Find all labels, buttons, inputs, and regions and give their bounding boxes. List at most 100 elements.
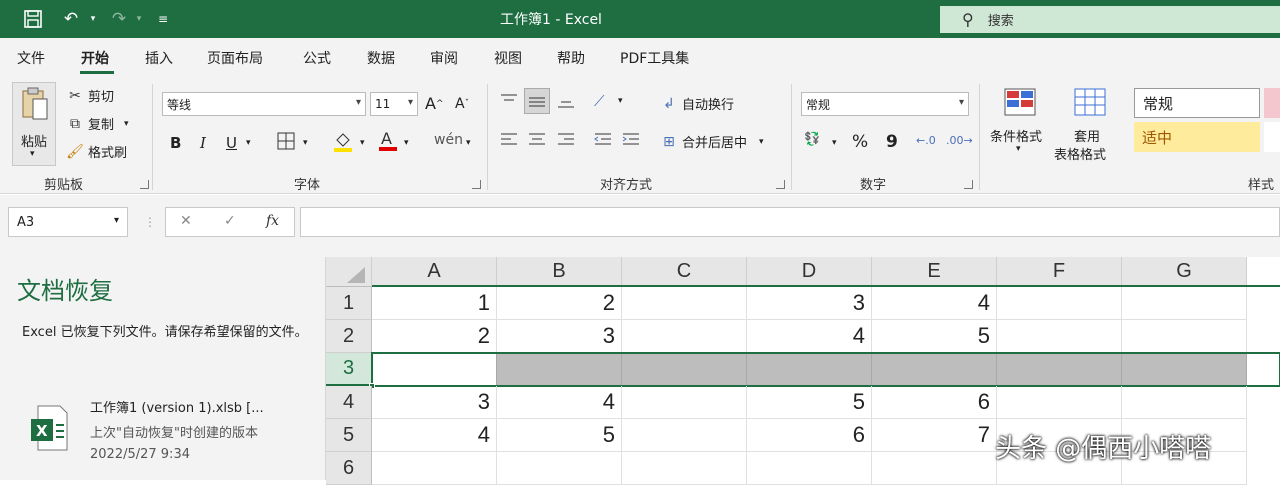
- name-box[interactable]: A3 ▾: [8, 207, 128, 237]
- enter-icon[interactable]: ✓: [224, 213, 236, 229]
- grow-font-icon[interactable]: A ^: [425, 94, 444, 113]
- tab-page-layout[interactable]: 页面布局: [207, 48, 263, 68]
- shrink-font-icon[interactable]: Aˇ: [455, 96, 469, 112]
- table-cell[interactable]: 3: [747, 287, 872, 320]
- customize-toolbar-icon[interactable]: ≡: [152, 8, 174, 30]
- tab-data[interactable]: 数据: [367, 48, 395, 68]
- orientation-icon[interactable]: ⟋: [594, 92, 605, 110]
- cancel-icon[interactable]: ✕: [180, 213, 192, 229]
- column-header[interactable]: D: [747, 257, 872, 287]
- row-header[interactable]: 4: [326, 386, 372, 419]
- merge-center-button[interactable]: ⊞ 合并后居中 ▾: [660, 132, 763, 152]
- align-center-icon[interactable]: [528, 132, 546, 148]
- phonetic-dropdown-icon[interactable]: ▾: [466, 138, 471, 148]
- table-cell[interactable]: [622, 386, 747, 419]
- column-header[interactable]: B: [497, 257, 622, 287]
- italic-button[interactable]: I: [200, 134, 206, 152]
- tab-help[interactable]: 帮助: [557, 48, 585, 68]
- column-header[interactable]: A: [372, 257, 497, 287]
- table-cell[interactable]: [747, 353, 872, 386]
- align-right-icon[interactable]: [557, 132, 575, 148]
- fill-color-icon[interactable]: [333, 130, 353, 152]
- table-cell[interactable]: [497, 452, 622, 485]
- underline-button[interactable]: U: [226, 134, 237, 152]
- number-format-select[interactable]: 常规 ▾: [801, 92, 969, 116]
- row-header[interactable]: 5: [326, 419, 372, 452]
- orientation-dropdown-icon[interactable]: ▾: [618, 96, 623, 106]
- borders-icon[interactable]: [277, 132, 295, 150]
- table-cell[interactable]: [622, 353, 747, 386]
- tab-home[interactable]: 开始: [81, 48, 109, 68]
- column-header[interactable]: C: [622, 257, 747, 287]
- tab-pdf-tools[interactable]: PDF工具集: [620, 48, 689, 68]
- style-normal[interactable]: 常规: [1134, 88, 1260, 118]
- excel-file-icon[interactable]: X: [30, 405, 68, 451]
- insert-function-icon[interactable]: fx: [266, 213, 279, 229]
- table-cell[interactable]: 3: [372, 386, 497, 419]
- style-neutral[interactable]: 适中: [1134, 122, 1260, 152]
- clipboard-launcher-icon[interactable]: [140, 180, 149, 189]
- drag-handle-icon[interactable]: ⋮: [144, 215, 156, 229]
- table-cell[interactable]: 1: [372, 287, 497, 320]
- row-header[interactable]: 6: [326, 452, 372, 485]
- paste-button[interactable]: 粘贴 ▾: [12, 82, 56, 166]
- tab-formulas[interactable]: 公式: [303, 48, 331, 68]
- table-cell[interactable]: 6: [872, 386, 997, 419]
- table-cell[interactable]: [622, 287, 747, 320]
- table-cell[interactable]: [622, 320, 747, 353]
- bold-button[interactable]: B: [170, 134, 181, 152]
- table-cell[interactable]: [1122, 287, 1247, 320]
- undo-icon[interactable]: ↶: [60, 8, 82, 30]
- tab-file[interactable]: 文件: [17, 48, 45, 68]
- formula-input[interactable]: [300, 207, 1280, 237]
- style-bad[interactable]: [1264, 88, 1280, 118]
- table-cell[interactable]: 2: [497, 287, 622, 320]
- table-cell[interactable]: 5: [747, 386, 872, 419]
- table-cell[interactable]: 3: [497, 320, 622, 353]
- decrease-decimal-icon[interactable]: .00→: [946, 134, 973, 147]
- wrap-text-button[interactable]: ↲ 自动换行: [660, 94, 734, 114]
- row-header[interactable]: 1: [326, 287, 372, 320]
- table-cell[interactable]: [997, 287, 1122, 320]
- table-cell[interactable]: [1122, 353, 1247, 386]
- select-all-corner[interactable]: [326, 257, 372, 287]
- table-cell[interactable]: 4: [747, 320, 872, 353]
- underline-dropdown-icon[interactable]: ▾: [246, 138, 251, 148]
- format-painter-button[interactable]: 🖌 格式刷: [66, 142, 127, 162]
- borders-dropdown-icon[interactable]: ▾: [303, 138, 308, 148]
- font-name-select[interactable]: 等线 ▾: [162, 92, 366, 116]
- increase-indent-icon[interactable]: [622, 132, 640, 148]
- undo-dropdown-icon[interactable]: ▾: [82, 8, 104, 30]
- fill-dropdown-icon[interactable]: ▾: [360, 138, 365, 148]
- row-header[interactable]: 3: [326, 353, 372, 386]
- row-header[interactable]: 2: [326, 320, 372, 353]
- format-as-table-button[interactable]: 套用 表格格式: [1054, 86, 1128, 168]
- font-color-icon[interactable]: A: [378, 128, 398, 152]
- font-color-dropdown-icon[interactable]: ▾: [404, 138, 409, 148]
- table-cell[interactable]: 4: [372, 419, 497, 452]
- comma-button[interactable]: 9: [886, 132, 898, 152]
- tab-insert[interactable]: 插入: [145, 48, 173, 68]
- align-bottom-icon[interactable]: [557, 92, 575, 110]
- table-cell[interactable]: 6: [747, 419, 872, 452]
- number-launcher-icon[interactable]: [964, 180, 973, 189]
- redo-dropdown-icon[interactable]: ▾: [128, 8, 150, 30]
- alignment-launcher-icon[interactable]: [776, 180, 785, 189]
- column-header[interactable]: G: [1122, 257, 1247, 287]
- redo-icon[interactable]: ↷: [108, 8, 130, 30]
- search-box[interactable]: ⚲ 搜索: [940, 6, 1280, 33]
- table-cell[interactable]: [497, 353, 622, 386]
- currency-icon[interactable]: 💱: [804, 132, 820, 147]
- align-left-icon[interactable]: [500, 132, 518, 148]
- table-cell[interactable]: [372, 353, 497, 386]
- table-cell[interactable]: [872, 452, 997, 485]
- table-cell[interactable]: [622, 419, 747, 452]
- style-more[interactable]: [1264, 122, 1280, 152]
- table-cell[interactable]: [622, 452, 747, 485]
- table-cell[interactable]: [997, 386, 1122, 419]
- table-cell[interactable]: 4: [872, 287, 997, 320]
- align-middle-icon[interactable]: [524, 88, 550, 114]
- table-cell[interactable]: [747, 452, 872, 485]
- phonetic-icon[interactable]: wén: [434, 132, 463, 148]
- increase-decimal-icon[interactable]: ←.0: [916, 134, 936, 147]
